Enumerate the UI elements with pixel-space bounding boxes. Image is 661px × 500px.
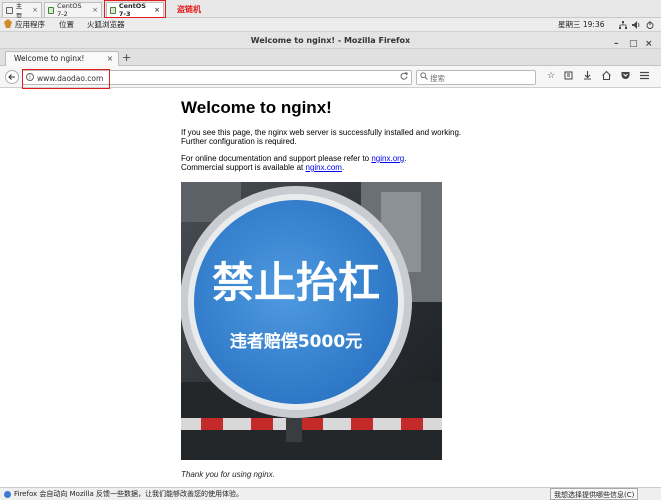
nginx-org-link[interactable]: nginx.org (371, 154, 404, 163)
volume-icon[interactable] (632, 21, 640, 29)
bookmark-star-icon[interactable]: ☆ (545, 71, 557, 81)
choose-data-button[interactable]: 我想选择提供哪些信息(C) (550, 488, 639, 500)
sign-sub-text: 违者赔偿5000元 (230, 331, 362, 352)
home-icon (6, 6, 13, 14)
reload-icon[interactable] (400, 72, 408, 82)
gnome-top-bar: 应用程序 位置 火狐浏览器 星期三 19:36 (0, 18, 661, 32)
thanks-text: Thank you for using nginx. (181, 470, 275, 479)
browser-tab[interactable]: Welcome to nginx! × (5, 51, 119, 67)
applications-icon (4, 19, 12, 30)
browser-tab-title: Welcome to nginx! (14, 54, 85, 63)
menu-applications[interactable]: 应用程序 (15, 19, 45, 30)
reading-list-icon[interactable] (562, 71, 574, 83)
annotation-box-vm-tab (104, 0, 166, 18)
docs-suffix: . (404, 154, 407, 163)
pocket-icon[interactable] (619, 71, 631, 83)
search-input[interactable] (430, 72, 530, 84)
menu-places[interactable]: 位置 (59, 19, 74, 30)
home-icon[interactable] (600, 70, 612, 83)
page-heading: Welcome to nginx! (181, 98, 332, 117)
support-paragraph: For online documentation and support ple… (181, 154, 491, 172)
back-arrow-icon (8, 74, 15, 80)
vm-tab-label: CentOS 7-2 (57, 2, 82, 18)
back-button[interactable] (5, 70, 19, 84)
page-content: Welcome to nginx! If you see this page, … (181, 98, 491, 180)
intro-line-1: If you see this page, the nginx web serv… (181, 128, 462, 137)
power-icon[interactable] (646, 21, 654, 29)
intro-line-2: Further configuration is required. (181, 137, 297, 146)
close-icon[interactable]: × (92, 6, 98, 14)
downloads-icon[interactable] (581, 71, 593, 83)
hotlinked-image: 禁止抬杠 违者赔偿5000元 (181, 182, 442, 460)
window-title: Welcome to nginx! - Mozilla Firefox (250, 36, 411, 45)
data-reporting-notification: Firefox 会自动向 Mozilla 反馈一些数据，让我们能够改善您的使用体… (0, 487, 661, 500)
nginx-com-link[interactable]: nginx.com (306, 163, 342, 172)
commercial-suffix: . (341, 163, 345, 172)
info-icon (4, 491, 11, 498)
intro-paragraph: If you see this page, the nginx web serv… (181, 128, 491, 146)
menu-firefox[interactable]: 火狐浏览器 (87, 19, 125, 30)
hamburger-menu-icon[interactable] (638, 71, 650, 83)
commercial-text: Commercial support is available at (181, 163, 306, 172)
vm-tab-label: 主页 (15, 2, 23, 20)
search-icon (420, 72, 428, 82)
docs-text: For online documentation and support ple… (181, 154, 372, 163)
network-icon[interactable] (619, 21, 627, 29)
vm-icon (48, 6, 55, 14)
annotation-label: 盗链机 (177, 5, 201, 14)
sign-photo: 禁止抬杠 违者赔偿5000元 (181, 182, 442, 460)
close-icon[interactable]: × (32, 6, 38, 14)
close-tab-icon[interactable]: × (107, 52, 113, 66)
window-titlebar: Welcome to nginx! - Mozilla Firefox – □ … (0, 32, 661, 49)
new-tab-button[interactable]: + (122, 51, 131, 64)
vm-tab-strip: 主页 × CentOS 7-2 × CentOS 7-3 × 盗链机 (0, 0, 661, 20)
vm-tab-centos-7-2[interactable]: CentOS 7-2 × (44, 2, 102, 18)
search-bar[interactable] (416, 70, 536, 85)
browser-tab-bar: Welcome to nginx! × + (0, 49, 661, 67)
notification-message: Firefox 会自动向 Mozilla 反馈一些数据，让我们能够改善您的使用体… (14, 490, 243, 498)
clock: 星期三 19:36 (558, 20, 605, 29)
vm-tab-home[interactable]: 主页 × (2, 2, 42, 20)
sign-main-text: 禁止抬杠 (212, 258, 380, 307)
annotation-box-url (22, 69, 110, 89)
